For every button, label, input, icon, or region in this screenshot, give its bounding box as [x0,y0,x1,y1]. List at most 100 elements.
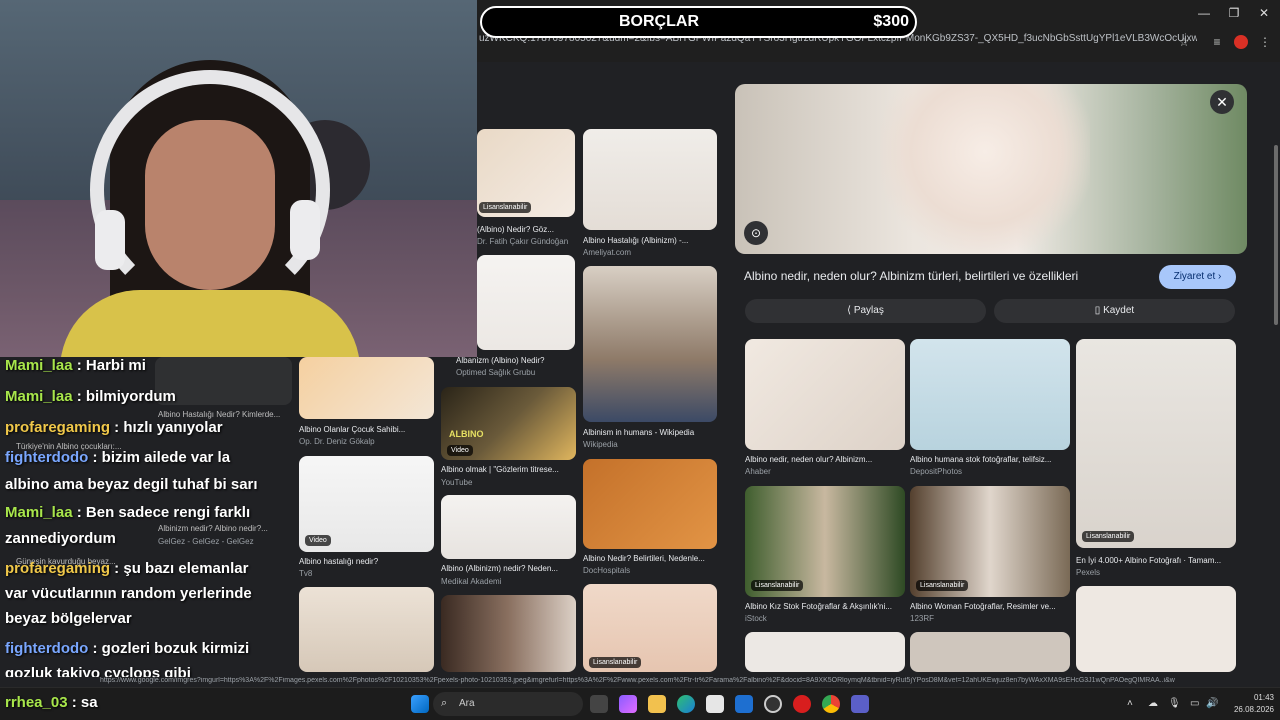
related-thumb[interactable] [910,632,1070,672]
video-badge: Video [305,535,331,546]
headset [90,70,330,310]
result-caption[interactable]: Albino Olanlar Çocuk Sahibi... [299,425,434,434]
result-caption[interactable]: Albinism in humans - Wikipedia [583,428,717,437]
minimize-icon[interactable]: — [1190,6,1218,22]
result-thumb[interactable]: ALBINO Video [441,387,576,460]
related-thumb[interactable]: Lisanslanabilir [910,486,1070,597]
result-thumb[interactable] [583,266,717,422]
related-thumb[interactable] [745,632,905,672]
visit-button[interactable]: Ziyaret et › [1159,265,1236,289]
chat-username: Mami_laa [5,357,73,374]
related-source: 123RF [910,614,935,623]
result-thumb[interactable] [299,587,434,672]
mic-icon[interactable]: 🎙 [1168,698,1181,709]
result-caption[interactable]: Albino (Albinizm) nedir? Neden... [441,564,576,573]
related-source: iStock [745,614,767,623]
chat-message-continued: var vücutlarının random yerlerinde [5,585,252,602]
clock-time[interactable]: 01:43 [1224,693,1274,702]
outlook-icon[interactable] [735,695,753,713]
taskbar-search-label: Ara [459,698,475,709]
related-thumb[interactable] [910,339,1070,450]
store-icon[interactable] [706,695,724,713]
license-badge: Lisanslanabilir [916,580,969,591]
result-thumb[interactable] [477,255,575,350]
copilot-icon[interactable] [619,695,637,713]
related-caption[interactable]: Albino Kız Stok Fotoğraflar & Akşınlık'n… [745,602,905,611]
related-thumb[interactable] [745,339,905,450]
teams-icon[interactable] [851,695,869,713]
profile-avatar[interactable] [1234,35,1248,49]
chat-message: Mami_laa : Ben sadece rengi farklı [5,504,251,521]
result-thumb[interactable] [583,459,717,549]
related-caption[interactable]: En İyi 4.000+ Albino Fotoğrafı · Tamam..… [1076,556,1236,565]
scrollbar-thumb[interactable] [1274,145,1278,325]
more-options-icon[interactable]: ⋮ [1258,35,1272,49]
task-view-icon[interactable] [590,695,608,713]
share-button[interactable]: ⟨ Paylaş [745,299,986,323]
chrome-icon[interactable] [822,695,840,713]
related-thumb[interactable] [1076,586,1236,672]
related-caption[interactable]: Albino Woman Fotoğraflar, Resimler ve... [910,602,1070,611]
share-button-label: Paylaş [853,305,884,316]
related-caption[interactable]: Albino humana stok fotoğraflar, telifsiz… [910,455,1070,464]
related-thumb[interactable]: Lisanslanabilir [1076,339,1236,548]
chat-username: profaregaming [5,560,111,577]
edge-browser-icon[interactable] [677,695,695,713]
result-source: Medikal Akademi [441,577,502,586]
result-source: DocHospitals [583,566,631,575]
chat-username: Mami_laa [5,504,73,521]
close-window-icon[interactable]: ✕ [1250,6,1278,22]
save-button[interactable]: ▯ Kaydet [994,299,1235,323]
related-thumb[interactable]: Lisanslanabilir [745,486,905,597]
chevron-up-icon[interactable]: ˄ [1127,698,1133,709]
albino-logo-text: ALBINO [449,429,484,439]
result-caption[interactable]: Albanizm (Albino) Nedir? [456,356,576,365]
result-thumb[interactable] [441,495,576,559]
result-source: Tv8 [299,569,313,578]
preview-title[interactable]: Albino nedir, neden olur? Albinizm türle… [744,269,1144,283]
headset-earcup-left [95,210,125,270]
result-caption[interactable]: (Albino) Nedir? Göz... [477,225,575,234]
result-caption[interactable]: Albino Nedir? Belirtileri, Nedenle... [583,554,717,563]
chat-message: fighterdodo : gozleri bozuk kirmizi [5,640,250,657]
result-thumb[interactable] [441,595,576,672]
status-url: https://www.google.com/imgres?imgurl=htt… [0,677,1280,687]
result-thumb[interactable] [583,129,717,230]
result-thumb[interactable]: Lisanslanabilir [583,584,717,672]
result-source: Dr. Fatih Çakır Gündoğan [477,237,569,246]
taskbar [0,687,1280,720]
menu-lines-icon[interactable]: ≡ [1210,35,1224,49]
result-source: Wikipedia [583,440,618,449]
preview-image-subject [880,84,1090,254]
save-button-label: Kaydet [1103,305,1135,316]
result-source: Ameliyat.com [583,248,632,257]
close-preview-icon[interactable]: ✕ [1210,90,1234,114]
result-caption[interactable]: Albino hastalığı nedir? [299,557,434,566]
visit-button-label: Ziyaret et [1173,271,1216,282]
wifi-icon[interactable]: ▭ [1190,698,1199,709]
clock-date[interactable]: 26.08.2026 [1214,705,1274,714]
chat-message: fighterdodo : bizim ailede var la [5,449,231,466]
chat-message: Mami_laa : Harbi mi [5,357,146,374]
windows-start-icon[interactable] [411,695,429,713]
opera-icon[interactable] [793,695,811,713]
lens-search-icon[interactable]: ⊙ [744,221,768,245]
result-thumb[interactable]: Video [299,456,434,552]
video-badge: Video [447,445,473,456]
related-caption[interactable]: Albino nedir, neden olur? Albinizm... [745,455,905,464]
cloud-icon[interactable]: ☁ [1148,698,1158,709]
result-caption[interactable]: Albino Hastalığı (Albinizm) -... [583,236,717,245]
debt-overlay: BORÇLAR $300 [480,6,917,38]
result-thumb[interactable]: Lisanslanabilir [477,129,575,217]
result-source: Op. Dr. Deniz Gökalp [299,437,375,446]
result-source: Optimed Sağlık Grubu [456,368,536,377]
file-explorer-icon[interactable] [648,695,666,713]
maximize-icon[interactable]: ❐ [1220,6,1248,22]
result-thumb[interactable] [299,357,434,419]
stream-chat: Mami_laa : Harbi mi Mami_laa : bilmiyord… [0,357,298,687]
chat-message: rrhea_03 : sa [5,694,98,711]
bookmark-star-icon[interactable]: ☆ [1177,35,1191,49]
taskbar-search[interactable]: Ara [433,692,583,716]
result-caption[interactable]: Albino olmak | "Gözlerim titrese... [441,465,576,474]
app-icon[interactable] [764,695,782,713]
